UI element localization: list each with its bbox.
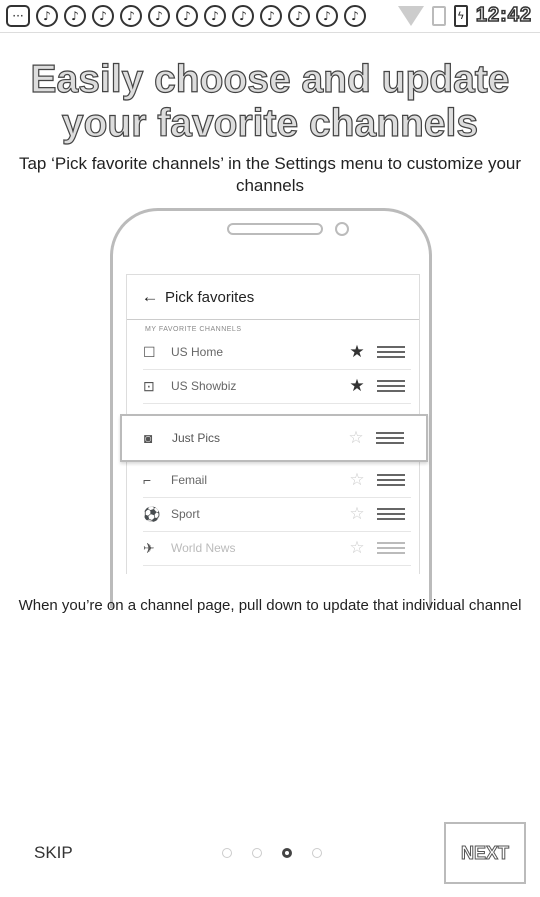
battery-charging-icon: ϟ (453, 4, 468, 27)
skip-button[interactable]: SKIP (34, 843, 73, 863)
notification-icon: ♪ (344, 5, 366, 27)
list-item: ⌐ Femail ☆ (143, 463, 411, 498)
page-dot[interactable] (252, 848, 262, 858)
drag-handle-icon (377, 380, 411, 392)
notification-icon: ♪ (288, 5, 310, 27)
back-arrow-icon: ← (141, 287, 159, 306)
no-sim-icon (431, 5, 446, 26)
list-item-label: World News (171, 541, 236, 555)
status-bar: ··· ♪ ♪ ♪ ♪ ♪ ♪ ♪ ♪ ♪ ♪ ♪ ♪ ϟ 12:42 (0, 0, 540, 33)
star-outline-icon: ☆ (349, 504, 365, 523)
page-dot[interactable] (222, 848, 232, 858)
star-outline-icon: ☆ (348, 428, 364, 447)
list-item-label: Just Pics (172, 431, 221, 445)
wifi-icon (397, 5, 424, 26)
notification-icon: ♪ (36, 5, 58, 27)
page-title: Easily choose and update your favorite c… (30, 57, 510, 145)
mockup-title: Pick favorites (165, 288, 255, 306)
shoe-icon: ⌐ (143, 472, 152, 488)
list-item-label: US Home (171, 345, 224, 359)
list-item: ☐ US Home ★ (143, 335, 411, 370)
notification-icon: ♪ (64, 5, 86, 27)
list-item-label: Femail (171, 473, 208, 487)
page-indicator (222, 848, 322, 858)
notification-icon: ♪ (92, 5, 114, 27)
next-button[interactable]: NEXT (444, 822, 526, 884)
football-icon: ⚽ (143, 505, 161, 522)
list-item-label: US Showbiz (171, 379, 237, 393)
notification-icon: ♪ (204, 5, 226, 27)
star-icon: ★ (349, 376, 365, 395)
notification-icon: ♪ (232, 5, 254, 27)
page-dot[interactable] (312, 848, 322, 858)
list-item: ⚽ Sport ☆ (143, 497, 411, 532)
notification-icon: ♪ (260, 5, 282, 27)
star-icon: ★ (349, 342, 365, 361)
star-outline-icon: ☆ (349, 538, 365, 557)
drag-handle-icon (377, 508, 411, 520)
globe-icon: ✈ (143, 539, 155, 556)
section-label: MY FAVORITE CHANNELS (145, 326, 242, 333)
dragged-list-item: ◙ Just Pics ☆ (120, 414, 428, 462)
drag-handle-icon (377, 542, 411, 554)
page-subtitle: Tap ‘Pick favorite channels’ in the Sett… (18, 154, 522, 195)
drag-handle-icon (377, 346, 411, 358)
list-item-label: Sport (171, 507, 200, 521)
camera-icon: ◙ (144, 430, 153, 446)
menu-icon: ··· (6, 5, 30, 27)
notification-icons: ··· ♪ ♪ ♪ ♪ ♪ ♪ ♪ ♪ ♪ ♪ ♪ ♪ (6, 5, 366, 27)
list-item: ⊡ US Showbiz ★ (143, 369, 411, 404)
notification-icon: ♪ (120, 5, 142, 27)
instruction-note: When you’re on a channel page, pull down… (18, 597, 522, 614)
notification-icon: ♪ (148, 5, 170, 27)
notification-icon: ♪ (176, 5, 198, 27)
drag-handle-icon (376, 432, 426, 444)
home-icon: ☐ (143, 343, 156, 360)
clock: 12:42 (475, 3, 532, 27)
drag-handle-icon (377, 474, 411, 486)
list-item: ✈ World News ☆ (143, 531, 411, 566)
phone-camera (335, 222, 349, 236)
page-dot-active[interactable] (282, 848, 292, 858)
notification-icon: ♪ (316, 5, 338, 27)
star-box-icon: ⊡ (143, 377, 155, 394)
star-outline-icon: ☆ (349, 470, 365, 489)
phone-speaker (227, 223, 323, 235)
mockup-appbar: ← Pick favorites (127, 275, 419, 320)
